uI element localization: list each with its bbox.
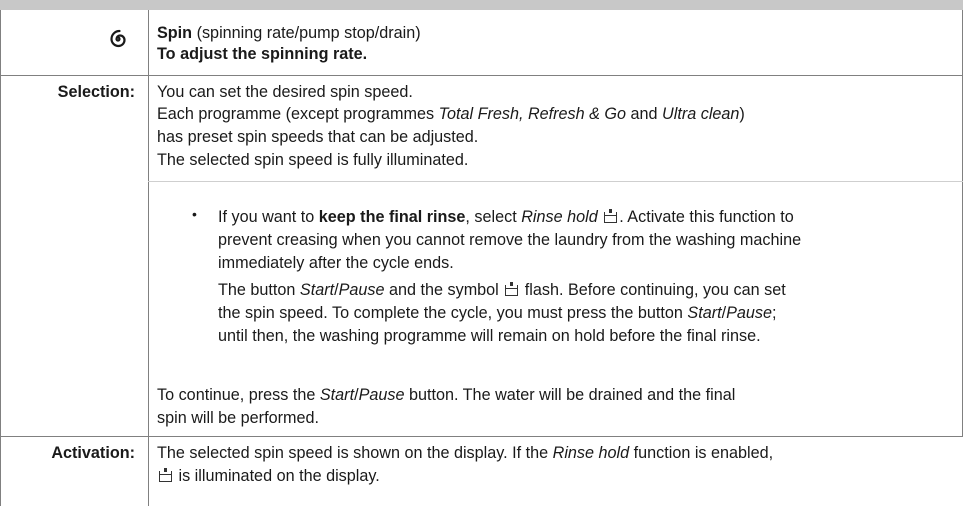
- keep-final-rinse-text: keep the final rinse: [318, 208, 466, 226]
- row-divider-selection: [0, 436, 963, 437]
- text-span: Each programme (except programmes: [157, 105, 439, 123]
- text-span: flash. Before continuing, you can set: [520, 281, 786, 299]
- continue-line-1: To continue, press the Start/Pause butto…: [157, 385, 735, 405]
- text-span: . Activate this function to: [619, 208, 794, 226]
- activation-line-1: The selected spin speed is shown on the …: [157, 443, 773, 463]
- selection-line-4: The selected spin speed is fully illumin…: [157, 151, 469, 169]
- programme-names: Total Fresh, Refresh & Go: [438, 105, 627, 123]
- start-text: Start: [299, 281, 335, 299]
- bullet-line-2: prevent creasing when you cannot remove …: [218, 231, 802, 249]
- start-text: Start: [687, 304, 722, 322]
- pause-text: Pause: [338, 281, 385, 299]
- bullet-line-5: the spin speed. To complete the cycle, y…: [218, 303, 777, 323]
- programme-name-ultra-clean: Ultra clean: [662, 105, 740, 123]
- bullet-icon: •: [192, 206, 197, 222]
- bullet-line-4: The button Start/Pause and the symbol fl…: [218, 280, 786, 300]
- rinse-hold-icon: [604, 209, 618, 223]
- spin-subtitle: To adjust the spinning rate.: [157, 45, 368, 63]
- pause-text: Pause: [726, 304, 772, 322]
- pause-text: Pause: [358, 386, 405, 404]
- text-span: The button: [218, 281, 300, 299]
- rinse-hold-text: Rinse hold: [552, 444, 630, 462]
- top-border-bar: [0, 0, 963, 10]
- text-span: The selected spin speed is shown on the …: [157, 444, 553, 462]
- activation-label: Activation:: [51, 444, 135, 462]
- spin-title: Spin (spinning rate/pump stop/drain): [157, 23, 421, 43]
- spin-title-bold: Spin: [157, 24, 193, 42]
- text-span: the spin speed. To complete the cycle, y…: [218, 304, 688, 322]
- text-span: ): [739, 105, 745, 123]
- text-span: and: [626, 105, 663, 123]
- start-text: Start: [319, 386, 355, 404]
- column-divider: [148, 10, 149, 506]
- text-span: and the symbol: [384, 281, 504, 299]
- rinse-hold-icon: [505, 282, 519, 296]
- row-divider-header: [0, 75, 963, 76]
- spin-title-rest: (spinning rate/pump stop/drain): [192, 24, 421, 42]
- spin-spiral-icon: [110, 29, 126, 48]
- text-span: , select: [465, 208, 522, 226]
- text-span: button. The water will be drained and th…: [404, 386, 736, 404]
- selection-line-3: has preset spin speeds that can be adjus…: [157, 128, 479, 146]
- selection-line-2: Each programme (except programmes Total …: [157, 104, 745, 124]
- activation-line-2: is illuminated on the display.: [157, 466, 380, 486]
- bullet-line-3: immediately after the cycle ends.: [218, 254, 454, 272]
- bullet-line-1: If you want to keep the final rinse, sel…: [218, 207, 794, 227]
- continue-line-2: spin will be performed.: [157, 409, 319, 427]
- selection-line-1: You can set the desired spin speed.: [157, 83, 413, 101]
- text-span: ;: [772, 304, 777, 322]
- text-span: is illuminated on the display.: [174, 467, 380, 485]
- text-span: To continue, press the: [157, 386, 320, 404]
- bullet-line-6: until then, the washing programme will r…: [218, 327, 761, 345]
- selection-label: Selection:: [57, 83, 135, 101]
- rinse-hold-text: Rinse hold: [521, 208, 598, 226]
- rinse-hold-icon: [159, 468, 172, 482]
- selection-subdivider: [148, 181, 963, 182]
- text-span: If you want to: [218, 208, 319, 226]
- text-span: function is enabled,: [629, 444, 774, 462]
